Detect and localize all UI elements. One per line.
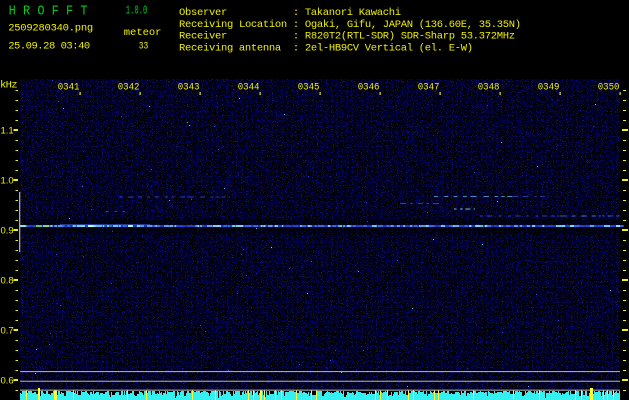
svg-text:meteor: meteor [124, 27, 162, 39]
svg-text:kHz: kHz [0, 80, 18, 92]
svg-text:Receiver : R820T2(RT: Receiver : R820T2(RTL-SDR) SDR-Sharp 53.… [179, 31, 515, 43]
svg-text:Receiving Location : Ogaki, Gi: Receiving Location : Ogaki, Gifu, JAPAN … [179, 19, 521, 31]
svg-text:Observer : Takanori: Observer : Takanori Kawachi [179, 7, 401, 19]
svg-text:0350: 0350 [598, 82, 620, 94]
svg-text:1.0.0: 1.0.0 [126, 3, 148, 17]
svg-text:0348: 0348 [478, 82, 500, 94]
svg-text:H R O F F T: H R O F F T [9, 4, 88, 19]
svg-text:1.0: 1.0 [1, 176, 14, 187]
svg-text:0346: 0346 [358, 82, 380, 94]
svg-text:0345: 0345 [298, 82, 320, 94]
svg-text:0.9: 0.9 [1, 226, 14, 237]
svg-text:0.8: 0.8 [1, 276, 14, 287]
svg-text:33: 33 [139, 41, 149, 53]
svg-text:1.1: 1.1 [1, 126, 14, 137]
svg-text:25.09.28 03:40: 25.09.28 03:40 [8, 41, 90, 53]
svg-text:0.6: 0.6 [1, 376, 14, 387]
svg-text:0341: 0341 [58, 82, 80, 94]
svg-text:0344: 0344 [238, 82, 260, 94]
svg-text:0342: 0342 [118, 82, 140, 94]
svg-text:0347: 0347 [418, 82, 440, 94]
svg-text:0349: 0349 [538, 82, 560, 94]
svg-text:0343: 0343 [178, 82, 200, 94]
svg-text:Receiving antenna : 2el-HB9CV: Receiving antenna : 2el-HB9CV Vertical (… [179, 43, 473, 55]
svg-text:2509280340.png: 2509280340.png [8, 23, 93, 35]
svg-text:0.7: 0.7 [1, 326, 14, 337]
